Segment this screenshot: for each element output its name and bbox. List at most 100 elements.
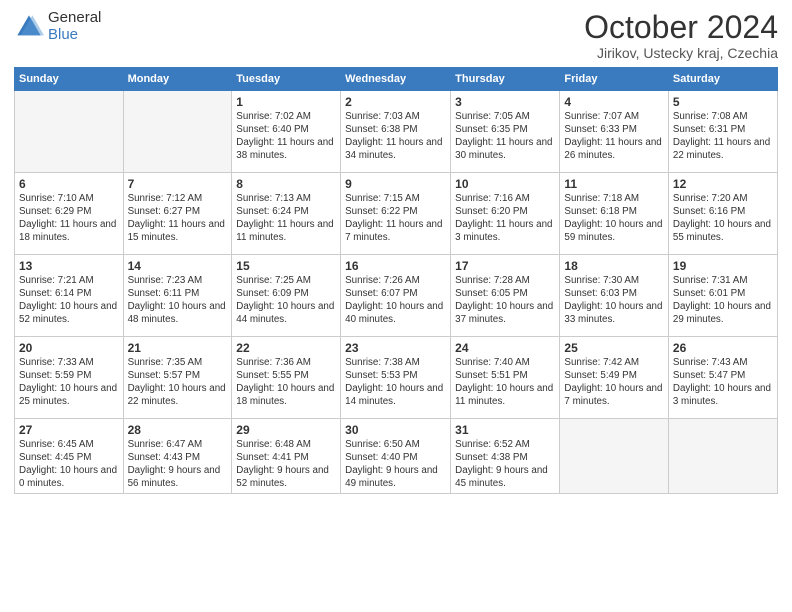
calendar-cell: 5Sunrise: 7:08 AM Sunset: 6:31 PM Daylig… [668, 91, 777, 173]
day-info: Sunrise: 6:48 AM Sunset: 4:41 PM Dayligh… [236, 439, 336, 490]
calendar-cell: 12Sunrise: 7:20 AM Sunset: 6:16 PM Dayli… [668, 173, 777, 255]
day-number: 31 [455, 422, 555, 438]
day-info: Sunrise: 7:31 AM Sunset: 6:01 PM Dayligh… [673, 275, 773, 326]
calendar-cell: 28Sunrise: 6:47 AM Sunset: 4:43 PM Dayli… [123, 419, 232, 494]
calendar-cell: 31Sunrise: 6:52 AM Sunset: 4:38 PM Dayli… [451, 419, 560, 494]
calendar-cell: 2Sunrise: 7:03 AM Sunset: 6:38 PM Daylig… [341, 91, 451, 173]
calendar-cell [668, 419, 777, 494]
day-number: 13 [19, 258, 119, 274]
day-info: Sunrise: 7:40 AM Sunset: 5:51 PM Dayligh… [455, 357, 555, 408]
day-info: Sunrise: 6:45 AM Sunset: 4:45 PM Dayligh… [19, 439, 119, 490]
day-number: 16 [345, 258, 446, 274]
day-number: 2 [345, 94, 446, 110]
day-info: Sunrise: 7:28 AM Sunset: 6:05 PM Dayligh… [455, 275, 555, 326]
calendar-cell: 7Sunrise: 7:12 AM Sunset: 6:27 PM Daylig… [123, 173, 232, 255]
day-info: Sunrise: 7:43 AM Sunset: 5:47 PM Dayligh… [673, 357, 773, 408]
calendar-cell: 19Sunrise: 7:31 AM Sunset: 6:01 PM Dayli… [668, 255, 777, 337]
day-number: 26 [673, 340, 773, 356]
day-info: Sunrise: 7:07 AM Sunset: 6:33 PM Dayligh… [564, 111, 663, 162]
day-info: Sunrise: 7:20 AM Sunset: 6:16 PM Dayligh… [673, 193, 773, 244]
day-info: Sunrise: 6:47 AM Sunset: 4:43 PM Dayligh… [128, 439, 228, 490]
day-number: 8 [236, 176, 336, 192]
calendar-cell: 17Sunrise: 7:28 AM Sunset: 6:05 PM Dayli… [451, 255, 560, 337]
calendar-cell [560, 419, 668, 494]
calendar-cell: 22Sunrise: 7:36 AM Sunset: 5:55 PM Dayli… [232, 337, 341, 419]
day-info: Sunrise: 7:21 AM Sunset: 6:14 PM Dayligh… [19, 275, 119, 326]
day-number: 12 [673, 176, 773, 192]
day-number: 18 [564, 258, 663, 274]
col-thursday: Thursday [451, 68, 560, 91]
day-info: Sunrise: 7:08 AM Sunset: 6:31 PM Dayligh… [673, 111, 773, 162]
calendar-week-5: 27Sunrise: 6:45 AM Sunset: 4:45 PM Dayli… [15, 419, 778, 494]
calendar-cell: 25Sunrise: 7:42 AM Sunset: 5:49 PM Dayli… [560, 337, 668, 419]
day-info: Sunrise: 7:10 AM Sunset: 6:29 PM Dayligh… [19, 193, 119, 244]
day-info: Sunrise: 7:12 AM Sunset: 6:27 PM Dayligh… [128, 193, 228, 244]
calendar-week-1: 1Sunrise: 7:02 AM Sunset: 6:40 PM Daylig… [15, 91, 778, 173]
day-number: 11 [564, 176, 663, 192]
calendar-week-3: 13Sunrise: 7:21 AM Sunset: 6:14 PM Dayli… [15, 255, 778, 337]
col-friday: Friday [560, 68, 668, 91]
calendar-cell: 3Sunrise: 7:05 AM Sunset: 6:35 PM Daylig… [451, 91, 560, 173]
day-number: 23 [345, 340, 446, 356]
calendar-cell: 14Sunrise: 7:23 AM Sunset: 6:11 PM Dayli… [123, 255, 232, 337]
day-number: 7 [128, 176, 228, 192]
calendar-cell [15, 91, 124, 173]
day-number: 4 [564, 94, 663, 110]
day-number: 20 [19, 340, 119, 356]
title-section: October 2024 Jirikov, Ustecky kraj, Czec… [584, 10, 778, 61]
day-number: 1 [236, 94, 336, 110]
calendar-cell: 29Sunrise: 6:48 AM Sunset: 4:41 PM Dayli… [232, 419, 341, 494]
day-number: 14 [128, 258, 228, 274]
calendar-header-row: Sunday Monday Tuesday Wednesday Thursday… [15, 68, 778, 91]
calendar-cell: 10Sunrise: 7:16 AM Sunset: 6:20 PM Dayli… [451, 173, 560, 255]
calendar-cell: 13Sunrise: 7:21 AM Sunset: 6:14 PM Dayli… [15, 255, 124, 337]
calendar-cell: 15Sunrise: 7:25 AM Sunset: 6:09 PM Dayli… [232, 255, 341, 337]
day-number: 25 [564, 340, 663, 356]
day-number: 24 [455, 340, 555, 356]
calendar-cell: 24Sunrise: 7:40 AM Sunset: 5:51 PM Dayli… [451, 337, 560, 419]
location: Jirikov, Ustecky kraj, Czechia [584, 45, 778, 61]
day-info: Sunrise: 6:50 AM Sunset: 4:40 PM Dayligh… [345, 439, 446, 490]
calendar-table: Sunday Monday Tuesday Wednesday Thursday… [14, 67, 778, 494]
col-wednesday: Wednesday [341, 68, 451, 91]
month-title: October 2024 [584, 10, 778, 45]
day-info: Sunrise: 7:02 AM Sunset: 6:40 PM Dayligh… [236, 111, 336, 162]
day-number: 19 [673, 258, 773, 274]
calendar-cell: 1Sunrise: 7:02 AM Sunset: 6:40 PM Daylig… [232, 91, 341, 173]
day-info: Sunrise: 7:38 AM Sunset: 5:53 PM Dayligh… [345, 357, 446, 408]
day-number: 6 [19, 176, 119, 192]
day-info: Sunrise: 7:30 AM Sunset: 6:03 PM Dayligh… [564, 275, 663, 326]
col-saturday: Saturday [668, 68, 777, 91]
calendar-week-2: 6Sunrise: 7:10 AM Sunset: 6:29 PM Daylig… [15, 173, 778, 255]
calendar-cell: 11Sunrise: 7:18 AM Sunset: 6:18 PM Dayli… [560, 173, 668, 255]
calendar-cell [123, 91, 232, 173]
day-info: Sunrise: 7:42 AM Sunset: 5:49 PM Dayligh… [564, 357, 663, 408]
day-info: Sunrise: 7:15 AM Sunset: 6:22 PM Dayligh… [345, 193, 446, 244]
day-number: 10 [455, 176, 555, 192]
day-info: Sunrise: 7:26 AM Sunset: 6:07 PM Dayligh… [345, 275, 446, 326]
calendar-cell: 27Sunrise: 6:45 AM Sunset: 4:45 PM Dayli… [15, 419, 124, 494]
calendar-cell: 8Sunrise: 7:13 AM Sunset: 6:24 PM Daylig… [232, 173, 341, 255]
day-info: Sunrise: 7:16 AM Sunset: 6:20 PM Dayligh… [455, 193, 555, 244]
calendar-cell: 18Sunrise: 7:30 AM Sunset: 6:03 PM Dayli… [560, 255, 668, 337]
calendar-cell: 6Sunrise: 7:10 AM Sunset: 6:29 PM Daylig… [15, 173, 124, 255]
day-number: 5 [673, 94, 773, 110]
calendar-cell: 20Sunrise: 7:33 AM Sunset: 5:59 PM Dayli… [15, 337, 124, 419]
day-info: Sunrise: 7:18 AM Sunset: 6:18 PM Dayligh… [564, 193, 663, 244]
day-number: 27 [19, 422, 119, 438]
col-tuesday: Tuesday [232, 68, 341, 91]
col-monday: Monday [123, 68, 232, 91]
logo-line2: Blue [48, 27, 101, 44]
day-number: 15 [236, 258, 336, 274]
logo-icon [14, 12, 44, 42]
day-info: Sunrise: 6:52 AM Sunset: 4:38 PM Dayligh… [455, 439, 555, 490]
calendar-cell: 9Sunrise: 7:15 AM Sunset: 6:22 PM Daylig… [341, 173, 451, 255]
day-number: 17 [455, 258, 555, 274]
logo-line1: General [48, 10, 101, 27]
day-number: 28 [128, 422, 228, 438]
day-number: 3 [455, 94, 555, 110]
day-number: 29 [236, 422, 336, 438]
calendar-cell: 26Sunrise: 7:43 AM Sunset: 5:47 PM Dayli… [668, 337, 777, 419]
calendar-cell: 4Sunrise: 7:07 AM Sunset: 6:33 PM Daylig… [560, 91, 668, 173]
day-info: Sunrise: 7:33 AM Sunset: 5:59 PM Dayligh… [19, 357, 119, 408]
